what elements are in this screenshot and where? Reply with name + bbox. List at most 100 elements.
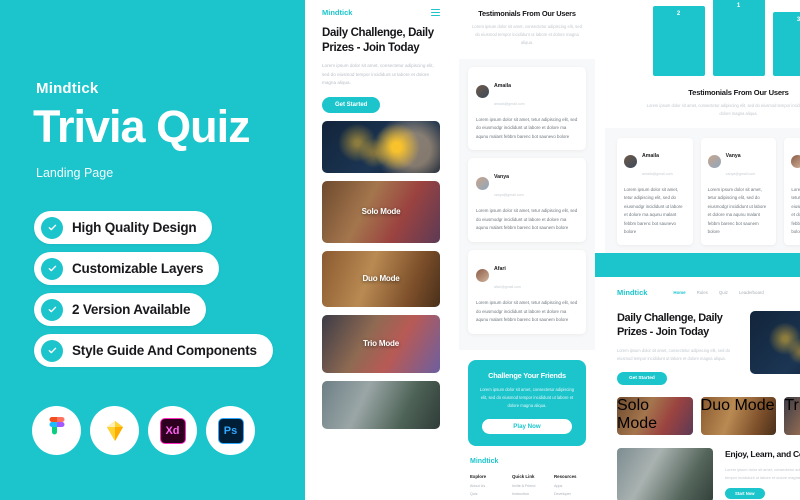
cover-panel: Mindtick Trivia Quiz Landing Page High Q… — [0, 0, 305, 500]
start-now-button[interactable]: Start Now — [725, 488, 765, 500]
check-icon — [41, 257, 63, 280]
phone-logo: Mindtick — [322, 8, 353, 17]
mode-label: Solo Mode — [617, 396, 658, 432]
cta-title: Challenge Your Friends — [488, 370, 566, 380]
testimonial-email: afari@gmail.com — [494, 285, 522, 290]
mockup-separator — [595, 253, 800, 277]
avatar — [476, 268, 489, 282]
testimonial-name: Vanya — [725, 152, 741, 159]
figma-icon — [32, 406, 81, 455]
feature-label: Style Guide And Components — [72, 343, 257, 358]
avatar — [707, 155, 721, 169]
testimonial-card: Amaila amaila@gmail.com Lorem ipsum dolo… — [617, 137, 693, 245]
mode-card-solo[interactable]: Solo Mode — [617, 396, 693, 435]
testimonial-text: Lorem ipsum dolor sit amet, tetur adipis… — [624, 186, 683, 235]
phone-body-text: Lorem ipsum dolor sit amet, consectetur … — [322, 63, 434, 86]
avatar — [476, 85, 489, 99]
avatar — [791, 155, 800, 169]
footer-column-resources: Resources Apps Developer Integration — [554, 474, 584, 500]
desktop-mockup-column: 2 1 3 Testimonials From Our Users Lorem … — [595, 0, 800, 500]
testimonials-subtitle: Lorem ipsum dolor sit amet, consectetur … — [646, 103, 800, 116]
footer-link[interactable]: About Us — [470, 483, 500, 491]
mode-card-trio[interactable]: Trio Mode — [322, 314, 440, 373]
testimonial-name: Vanya — [494, 174, 509, 181]
footer-heading: Quick Link — [512, 474, 535, 480]
testimonials-header: Testimonials From Our Users Lorem ipsum … — [459, 0, 595, 59]
testimonial-name: Amaila — [642, 152, 660, 159]
app-icon-row: Xd Ps — [32, 406, 255, 455]
testimonials-title: Testimonials From Our Users — [478, 9, 576, 18]
footer-link[interactable]: Developer — [554, 491, 584, 499]
nav-item-rules[interactable]: Rules — [697, 290, 708, 295]
testimonial-grid: Amaila amaila@gmail.com Lorem ipsum dolo… — [605, 127, 800, 253]
card-label — [322, 381, 440, 429]
sketch-icon — [90, 406, 139, 455]
get-started-button[interactable]: Get Started — [617, 371, 667, 385]
feature-pill: Style Guide And Components — [34, 334, 273, 367]
footer-logo: Mindtick — [470, 458, 499, 466]
avatar — [476, 176, 489, 190]
card-label: Trio Mode — [363, 339, 399, 349]
footer-heading: Explore — [470, 474, 487, 480]
testimonial-card: Vanya vanya@gmail.com Lorem ipsum dolor … — [468, 158, 586, 243]
feature-pill: 2 Version Available — [34, 293, 207, 326]
card-label: Duo Mode — [362, 274, 400, 284]
footer-link[interactable]: Apps — [554, 483, 584, 491]
feature-list: High Quality Design Customizable Layers … — [34, 211, 273, 367]
leaderboard-podium: 2 1 3 — [605, 0, 800, 76]
get-started-button[interactable]: Get Started — [322, 96, 381, 113]
testimonials-subtitle: Lorem ipsum dolor sit amet, consectetur … — [472, 24, 582, 46]
podium-rank-1: 1 — [712, 0, 765, 76]
photoshop-label: Ps — [217, 417, 244, 444]
page-subtitle: Landing Page — [36, 166, 114, 180]
feature-image — [617, 447, 713, 500]
testimonial-card: Vanya vanya@gmail.com Lorem ipsum dolor … — [700, 137, 777, 245]
testimonial-text: Lorem ipsum dolor sit amet, tetur adipis… — [476, 116, 578, 139]
hero-image — [750, 311, 800, 374]
testimonial-text: Lorem ipsum dolor sit amet, tetur adipis… — [791, 186, 800, 235]
hamburger-menu-icon[interactable] — [431, 9, 440, 16]
phone-headline: Daily Challenge, Daily Prizes - Join Tod… — [322, 27, 434, 54]
mode-label: Trio Mode — [784, 396, 800, 414]
footer-link[interactable]: Instruction — [512, 491, 542, 499]
nav-item-leaderboard[interactable]: Leaderboard — [739, 290, 764, 295]
testimonial-text: Lorem ipsum dolor sit amet, tetur adipis… — [476, 208, 578, 231]
nav-item-quiz[interactable]: Quiz — [719, 290, 728, 295]
brand-name: Mindtick — [36, 80, 99, 97]
play-now-button[interactable]: Play Now — [482, 419, 572, 435]
footer-column-quick-link: Quick Link Invite A Friend Instruction P… — [512, 474, 542, 500]
desktop-headline: Daily Challenge, Daily Prizes - Join Tod… — [617, 312, 723, 339]
desktop-hero: Daily Challenge, Daily Prizes - Join Tod… — [605, 307, 800, 385]
mockup-gallery: Mindtick Daily Challenge, Daily Prizes -… — [305, 0, 800, 500]
phone-header: Mindtick — [322, 8, 440, 17]
desktop-logo: Mindtick — [617, 287, 648, 297]
nav-item-home[interactable]: Home — [673, 290, 685, 295]
mode-label: Duo Mode — [700, 396, 775, 414]
feature-title: Enjoy, Learn, and Collect Bonuses — [725, 448, 800, 459]
avatar — [624, 155, 637, 169]
footer-link[interactable]: Invite A Friend — [512, 483, 542, 491]
testimonial-email: amaila@gmail.com — [642, 171, 673, 176]
mode-card-solo[interactable]: Solo Mode — [322, 180, 440, 243]
feature-pill: High Quality Design — [34, 211, 213, 244]
hero-image-card — [322, 120, 440, 173]
desktop-navbar: Mindtick Home Rules Quiz Leaderboard Log… — [605, 277, 800, 307]
mode-card-duo[interactable]: Duo Mode — [322, 250, 440, 307]
adobe-xd-label: Xd — [159, 417, 186, 444]
phone-mockup-home: Mindtick Daily Challenge, Daily Prizes -… — [313, 0, 449, 500]
testimonial-card: Afari afari@gmail.com Lorem ipsum dolor … — [468, 250, 586, 334]
testimonial-name: Afari — [494, 266, 506, 273]
check-icon — [41, 216, 63, 239]
feature-image-card — [322, 380, 440, 429]
footer-link[interactable]: Quiz — [470, 491, 500, 499]
check-icon — [41, 298, 63, 321]
mode-card-trio[interactable]: Trio Mode — [784, 396, 800, 435]
check-icon — [41, 339, 63, 362]
phone-mockup-testimonials: Testimonials From Our Users Lorem ipsum … — [459, 0, 595, 500]
challenge-cta-card: Challenge Your Friends Lorem ipsum dolor… — [468, 359, 586, 447]
mode-card-duo[interactable]: Duo Mode — [700, 396, 777, 435]
podium-rank-2: 2 — [652, 6, 705, 76]
page-title: Trivia Quiz — [33, 101, 251, 152]
card-label — [322, 121, 440, 173]
testimonial-name: Amaila — [494, 82, 512, 89]
